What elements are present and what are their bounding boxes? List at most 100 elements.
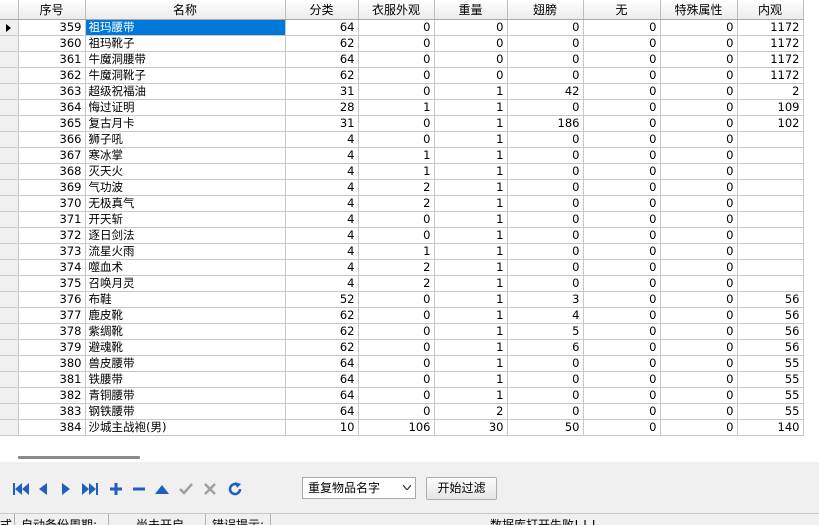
cell-inner-appearance[interactable]: 55 [737,371,804,388]
cell-special-attribute[interactable]: 0 [660,227,738,244]
cell-clothes-appearance[interactable]: 0 [358,291,435,308]
table-row[interactable]: 381 铁腰带 64 0 1 0 0 0 55 [0,371,804,388]
cell-none[interactable]: 0 [583,419,661,436]
cell-wings[interactable]: 50 [507,419,584,436]
cell-weight[interactable]: 1 [434,371,508,388]
cell-id[interactable]: 372 [18,227,86,244]
cell-id[interactable]: 364 [18,99,86,116]
table-row[interactable]: 362 牛魔洞靴子 62 0 0 0 0 0 1172 [0,67,804,84]
horizontal-scrollbar-thumb[interactable] [18,456,140,459]
table-row[interactable]: 369 气功波 4 2 1 0 0 0 [0,179,804,196]
cell-name[interactable]: 狮子吼 [85,131,286,148]
cell-special-attribute[interactable]: 0 [660,67,738,84]
cell-clothes-appearance[interactable]: 2 [358,195,435,212]
cell-inner-appearance[interactable] [737,211,804,228]
cell-special-attribute[interactable]: 0 [660,339,738,356]
cell-name[interactable]: 钢铁腰带 [85,403,286,420]
cell-weight[interactable]: 0 [434,51,508,68]
cell-none[interactable]: 0 [583,51,661,68]
row-indicator[interactable] [0,179,19,196]
row-indicator[interactable] [0,195,19,212]
row-indicator[interactable] [0,387,19,404]
row-indicator[interactable] [0,83,19,100]
column-header-indicator[interactable] [0,0,19,20]
row-indicator[interactable] [0,355,19,372]
cell-inner-appearance[interactable]: 1172 [737,19,804,36]
table-row[interactable]: 375 召唤月灵 4 2 1 0 0 0 [0,275,804,292]
cell-clothes-appearance[interactable]: 0 [358,67,435,84]
cell-category[interactable]: 64 [285,19,359,36]
cell-inner-appearance[interactable]: 56 [737,339,804,356]
table-row[interactable]: 371 开天斩 4 0 1 0 0 0 [0,211,804,228]
cell-special-attribute[interactable]: 0 [660,291,738,308]
row-indicator[interactable] [0,243,19,260]
cell-id[interactable]: 377 [18,307,86,324]
cell-clothes-appearance[interactable]: 2 [358,179,435,196]
cell-category[interactable]: 4 [285,131,359,148]
cell-category[interactable]: 64 [285,403,359,420]
cell-clothes-appearance[interactable]: 0 [358,227,435,244]
cell-special-attribute[interactable]: 0 [660,163,738,180]
cell-none[interactable]: 0 [583,243,661,260]
cell-none[interactable]: 0 [583,115,661,132]
row-indicator[interactable] [0,147,19,164]
cell-wings[interactable]: 0 [507,227,584,244]
cell-name[interactable]: 铁腰带 [85,371,286,388]
cell-wings[interactable]: 0 [507,275,584,292]
table-row[interactable]: 363 超级祝福油 31 0 1 42 0 0 2 [0,83,804,100]
cell-wings[interactable]: 0 [507,131,584,148]
cell-inner-appearance[interactable] [737,227,804,244]
cell-clothes-appearance[interactable]: 0 [358,83,435,100]
row-indicator[interactable] [0,115,19,132]
cell-special-attribute[interactable]: 0 [660,259,738,276]
cell-clothes-appearance[interactable]: 1 [358,147,435,164]
cell-none[interactable]: 0 [583,307,661,324]
cell-name[interactable]: 气功波 [85,179,286,196]
table-row[interactable]: 361 牛魔洞腰带 64 0 0 0 0 0 1172 [0,51,804,68]
cell-name[interactable]: 开天斩 [85,211,286,228]
cell-inner-appearance[interactable]: 55 [737,355,804,372]
table-row[interactable]: 383 钢铁腰带 64 0 2 0 0 0 55 [0,403,804,420]
cell-id[interactable]: 371 [18,211,86,228]
cell-special-attribute[interactable]: 0 [660,419,738,436]
cell-inner-appearance[interactable]: 55 [737,403,804,420]
cell-category[interactable]: 64 [285,371,359,388]
cell-category[interactable]: 62 [285,339,359,356]
cell-weight[interactable]: 0 [434,35,508,52]
cell-name[interactable]: 沙城主战袍(男) [85,419,286,436]
cell-name[interactable]: 噬血术 [85,259,286,276]
cell-inner-appearance[interactable]: 56 [737,307,804,324]
row-indicator[interactable] [0,67,19,84]
cell-clothes-appearance[interactable]: 2 [358,259,435,276]
cell-wings[interactable]: 0 [507,19,584,36]
cell-wings[interactable]: 5 [507,323,584,340]
cell-clothes-appearance[interactable]: 1 [358,163,435,180]
cell-none[interactable]: 0 [583,83,661,100]
table-row[interactable]: 370 无极真气 4 2 1 0 0 0 [0,195,804,212]
row-indicator[interactable] [0,163,19,180]
cell-wings[interactable]: 186 [507,115,584,132]
cell-wings[interactable]: 0 [507,35,584,52]
cell-special-attribute[interactable]: 0 [660,243,738,260]
cell-special-attribute[interactable]: 0 [660,99,738,116]
row-indicator[interactable] [0,323,19,340]
cell-clothes-appearance[interactable]: 0 [358,115,435,132]
cell-id[interactable]: 361 [18,51,86,68]
table-row[interactable]: 376 布鞋 52 0 1 3 0 0 56 [0,291,804,308]
cell-special-attribute[interactable]: 0 [660,51,738,68]
column-header-special-attribute[interactable]: 特殊属性 [660,0,738,20]
cell-wings[interactable]: 0 [507,259,584,276]
cell-category[interactable]: 62 [285,67,359,84]
table-row[interactable]: 372 逐日剑法 4 0 1 0 0 0 [0,227,804,244]
cell-none[interactable]: 0 [583,179,661,196]
cell-special-attribute[interactable]: 0 [660,307,738,324]
cell-none[interactable]: 0 [583,371,661,388]
cell-id[interactable]: 360 [18,35,86,52]
cell-id[interactable]: 366 [18,131,86,148]
cell-none[interactable]: 0 [583,19,661,36]
cell-name[interactable]: 逐日剑法 [85,227,286,244]
cell-wings[interactable]: 3 [507,291,584,308]
table-row[interactable]: 384 沙城主战袍(男) 10 106 30 50 0 0 140 [0,419,804,436]
cell-weight[interactable]: 1 [434,323,508,340]
row-indicator[interactable] [0,131,19,148]
